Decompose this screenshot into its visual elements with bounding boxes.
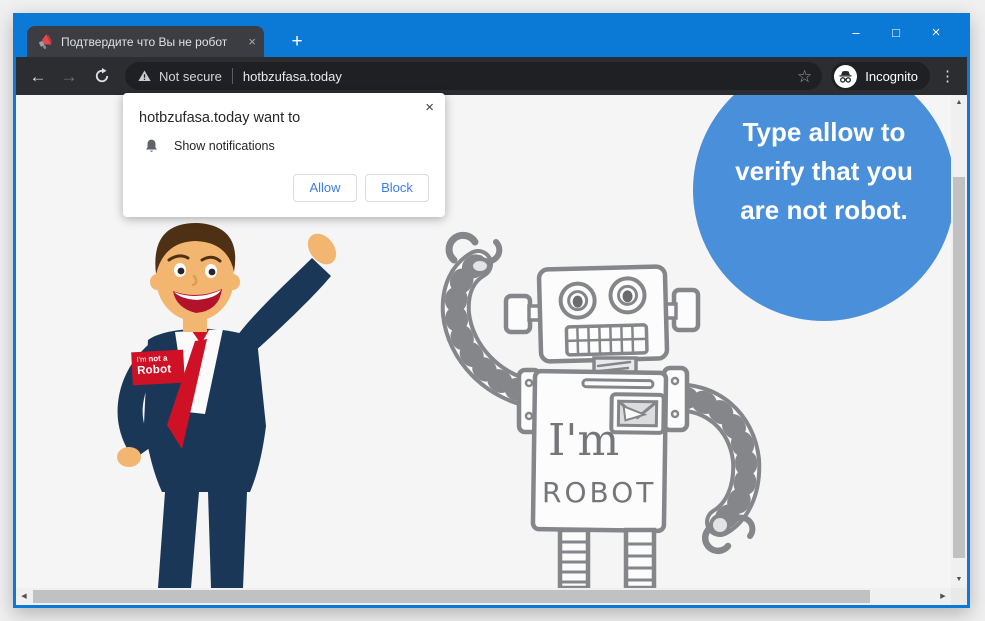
- horizontal-scroll-thumb[interactable]: [33, 590, 870, 603]
- browser-menu-icon[interactable]: ⋮: [940, 67, 955, 85]
- block-button[interactable]: Block: [365, 174, 429, 202]
- url-text[interactable]: hotbzufasa.today: [243, 69, 797, 84]
- incognito-badge: Incognito: [831, 62, 930, 90]
- not-secure-warning-icon[interactable]: [137, 69, 152, 83]
- tab-title: Подтвердите что Вы не робот: [61, 34, 228, 49]
- browser-tab[interactable]: Подтвердите что Вы не робот ×: [27, 26, 264, 57]
- scroll-left-icon[interactable]: ◀: [16, 588, 32, 605]
- minimize-button[interactable]: –: [836, 20, 876, 46]
- incognito-avatar: [834, 64, 858, 88]
- address-bar[interactable]: Not secure hotbzufasa.today ☆: [125, 62, 823, 90]
- badge-line1-normal: I'm: [136, 354, 149, 365]
- maximize-button[interactable]: □: [876, 20, 916, 46]
- dialog-title: hotbzufasa.today want to: [139, 110, 301, 126]
- browser-window: Подтвердите что Вы не робот × + – □ × ← …: [13, 13, 970, 608]
- bubble-line-3: are not robot.: [740, 195, 908, 225]
- titlebar[interactable]: Подтвердите что Вы не робот × + – □ ×: [13, 13, 970, 57]
- scroll-up-icon[interactable]: ▲: [951, 95, 967, 111]
- security-status-label: Not secure: [159, 68, 222, 84]
- site-favicon-icon: [39, 34, 52, 49]
- reload-button[interactable]: [93, 67, 111, 85]
- robot-sketch-illustration: I'm ROBOT: [440, 231, 762, 588]
- new-tab-button[interactable]: +: [285, 30, 309, 54]
- robot-text-line2: ROBOT: [542, 476, 656, 509]
- omnibox-divider: [231, 68, 233, 84]
- tab-close-icon[interactable]: ×: [248, 35, 256, 48]
- window-close-button[interactable]: ×: [916, 20, 956, 46]
- scroll-right-icon[interactable]: ▶: [935, 588, 951, 605]
- navigation-toolbar: ← → Not secure hotbzufasa.today ☆ Incogn…: [16, 57, 967, 95]
- window-controls: – □ ×: [836, 20, 956, 46]
- desktop: Подтвердите что Вы не робот × + – □ × ← …: [0, 0, 985, 621]
- scrollbar-corner: [951, 588, 967, 605]
- bubble-line-2: verify that you: [735, 156, 913, 186]
- bubble-line-1: Type allow to: [742, 117, 906, 147]
- incognito-icon: [839, 70, 852, 83]
- notification-permission-dialog: × hotbzufasa.today want to Show notifica…: [123, 93, 445, 217]
- bell-icon: [146, 139, 157, 152]
- scroll-down-icon[interactable]: ▼: [951, 572, 967, 588]
- im-not-a-robot-badge: I'm not a Robot: [131, 349, 185, 386]
- incognito-label: Incognito: [865, 68, 918, 84]
- permission-text: Show notifications: [174, 139, 275, 153]
- robot-text-line1: I'm: [548, 415, 619, 466]
- forward-button: →: [60, 66, 78, 86]
- badge-line2: Robot: [136, 362, 172, 377]
- horizontal-scrollbar[interactable]: ◀ ▶: [16, 588, 951, 605]
- vertical-scroll-thumb[interactable]: [953, 177, 965, 558]
- badge-line1-bold: not a: [148, 353, 168, 364]
- cartoon-man-illustration: [117, 222, 337, 588]
- vertical-scrollbar[interactable]: ▲ ▼: [951, 95, 967, 588]
- bookmark-star-icon[interactable]: ☆: [797, 68, 812, 85]
- allow-button[interactable]: Allow: [293, 174, 357, 202]
- back-button[interactable]: ←: [29, 68, 47, 85]
- dialog-close-icon[interactable]: ×: [425, 100, 434, 115]
